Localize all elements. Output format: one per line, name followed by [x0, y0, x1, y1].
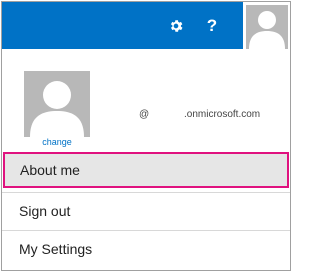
- user-at-sign: @: [139, 109, 150, 120]
- settings-button[interactable]: [158, 2, 194, 49]
- account-dropdown-panel: change @ .onmicrosoft.com About me Sign …: [2, 49, 290, 270]
- user-silhouette-icon: [245, 5, 288, 49]
- account-avatar-button[interactable]: [243, 2, 290, 49]
- help-icon: ?: [206, 15, 218, 35]
- user-domain: .onmicrosoft.com: [184, 109, 261, 120]
- menu-item-label: Sign out: [19, 202, 71, 219]
- gear-icon: [170, 19, 183, 32]
- change-photo-link[interactable]: change: [24, 137, 90, 147]
- menu-item-label: About me: [20, 162, 80, 178]
- top-navigation-bar: ?: [2, 2, 290, 49]
- user-silhouette-icon: [30, 81, 84, 137]
- menu-item-about-me[interactable]: About me: [3, 152, 289, 188]
- profile-picture: [24, 71, 90, 137]
- account-menu-screenshot: ? change @ .onmicrosoft.com About me Sig…: [1, 1, 291, 271]
- menu-item-sign-out[interactable]: Sign out: [2, 192, 290, 228]
- menu-item-my-settings[interactable]: My Settings: [2, 230, 290, 266]
- menu-item-label: My Settings: [19, 240, 93, 257]
- help-button[interactable]: ?: [194, 2, 230, 49]
